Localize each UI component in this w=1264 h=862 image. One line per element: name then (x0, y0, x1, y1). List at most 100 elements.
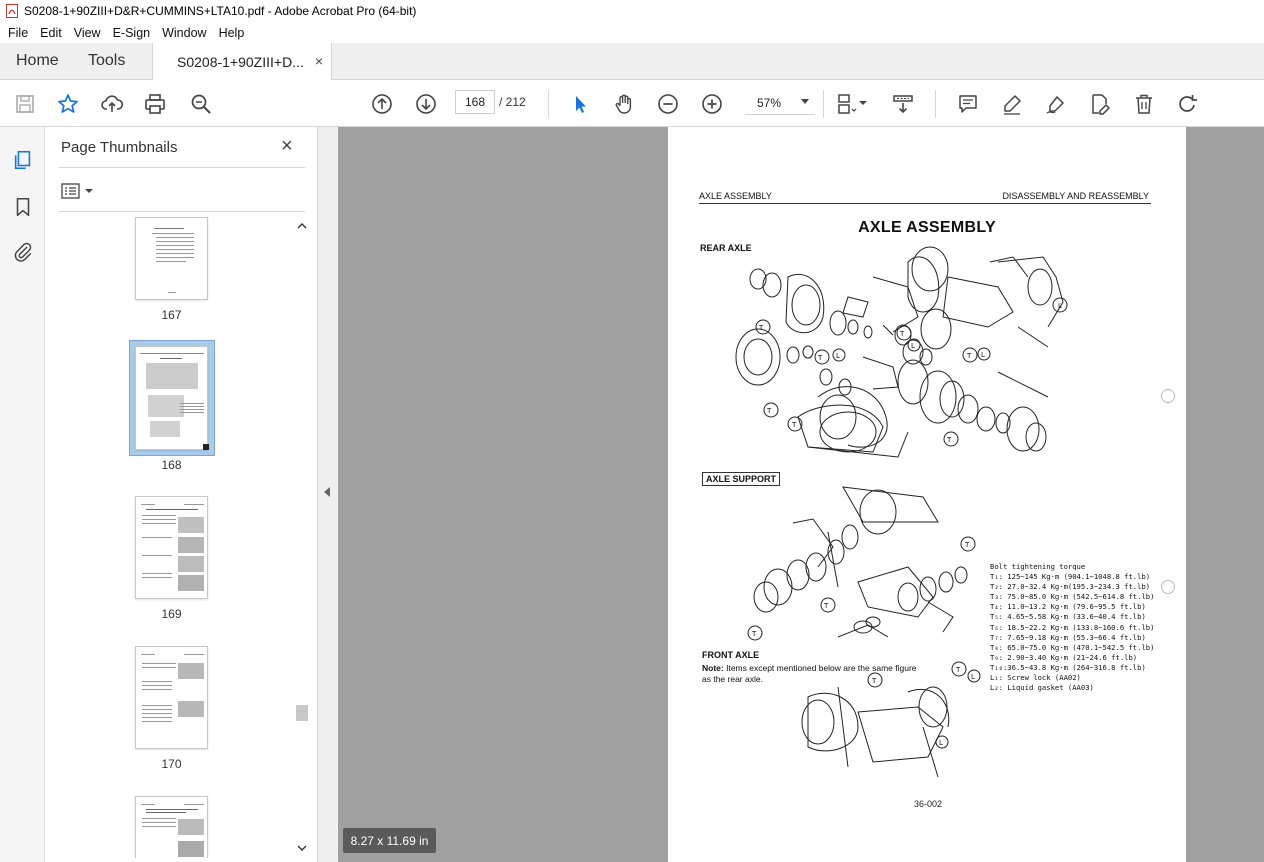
upload-icon[interactable] (99, 91, 125, 117)
note-text: Items except mentioned below are the sam… (702, 663, 917, 684)
chevron-down-icon[interactable] (858, 99, 868, 107)
select-arrow-icon[interactable] (567, 91, 593, 117)
menu-help[interactable]: Help (213, 26, 251, 40)
svg-text:T: T (955, 666, 961, 674)
menu-esign[interactable]: E-Sign (107, 26, 157, 40)
page-footer: 36-002 (914, 799, 943, 809)
thumbnail-page[interactable] (135, 217, 208, 300)
tab-home[interactable]: Home (0, 43, 70, 79)
zoom-dropdown[interactable]: 57% (745, 91, 815, 115)
svg-text:T: T (766, 407, 772, 415)
print-icon[interactable] (142, 91, 168, 117)
sign-icon[interactable] (1043, 91, 1069, 117)
note-label: Note: (702, 663, 724, 673)
thumbnail-page[interactable] (135, 796, 208, 858)
star-icon[interactable] (55, 91, 81, 117)
tab-document[interactable]: S0208-1+90ZIII+D... × (152, 43, 332, 81)
front-axle-label: FRONT AXLE (702, 650, 760, 660)
chevron-left-icon (324, 487, 330, 497)
svg-text:T: T (899, 330, 905, 338)
torque-line: T₁: 125∼145 Kg·m (904.1∼1048.8 ft.lb) (990, 572, 1151, 582)
panel-collapse-handle[interactable] (318, 127, 338, 862)
tab-bar: Home Tools S0208-1+90ZIII+D... × (0, 43, 1264, 81)
svg-text:L: L (836, 352, 840, 360)
torque-line: L₂: Liquid gasket (AA03) (990, 683, 1094, 693)
tab-close-icon[interactable]: × (315, 53, 323, 69)
toolbar-divider (548, 90, 549, 118)
page-note: Note: Items except mentioned below are t… (702, 663, 922, 685)
zoom-value: 57% (757, 96, 782, 110)
toolbar-divider (935, 90, 936, 118)
scrollbar-thumb[interactable] (296, 705, 308, 721)
pdf-page: AXLE ASSEMBLY DISASSEMBLY AND REASSEMBLY… (668, 127, 1186, 862)
toolbar (0, 80, 1264, 127)
thumbnail-scrollbar[interactable] (295, 217, 309, 857)
delete-icon[interactable] (1131, 91, 1157, 117)
svg-text:L: L (981, 351, 985, 359)
edit-icon[interactable] (1087, 91, 1113, 117)
page-size-tooltip: 8.27 x 11.69 in (343, 828, 436, 853)
divider (59, 211, 305, 212)
punch-hole (1161, 580, 1175, 594)
menu-bar: File Edit View E-Sign Window Help (0, 22, 1264, 43)
axle-support-label: AXLE SUPPORT (702, 472, 781, 486)
scroll-up-icon[interactable] (297, 223, 307, 229)
page-thumbnails-panel: Page Thumbnails × 167 168 169 170 (45, 127, 318, 862)
left-rail (0, 127, 45, 862)
svg-text:L: L (911, 342, 915, 350)
menu-view[interactable]: View (68, 26, 107, 40)
bookmark-icon[interactable] (10, 194, 36, 220)
toolbar-divider (823, 90, 824, 118)
torque-line: L₁: Screw lock (AA02) (990, 673, 1081, 683)
zoom-search-icon[interactable] (188, 91, 214, 117)
page-up-icon[interactable] (369, 91, 395, 117)
list-options-icon (61, 183, 80, 199)
zoom-out-icon[interactable] (655, 91, 681, 117)
svg-text:T: T (823, 602, 829, 610)
tab-document-label: S0208-1+90ZIII+D... (177, 54, 304, 70)
thumbnail-label: 168 (161, 458, 182, 472)
torque-line: T₄: 11.0∼13.2 Kg·m (79.6∼95.5 ft.lb) (990, 602, 1146, 612)
thumbnail-options-button[interactable] (61, 181, 95, 201)
page-down-icon[interactable] (413, 91, 439, 117)
menu-window[interactable]: Window (156, 26, 212, 40)
hand-icon[interactable] (611, 91, 637, 117)
page-number-input[interactable]: 168 (455, 90, 495, 114)
scroll-icon[interactable] (890, 91, 916, 117)
torque-line: T₅: 4.65∼5.58 Kg·m (33.6∼40.4 ft.lb) (990, 612, 1146, 622)
svg-text:L: L (939, 739, 943, 747)
thumbnail-page-selected[interactable] (135, 346, 209, 450)
torque-title: Bolt tightening torque (990, 562, 1086, 571)
torque-line: T₃: 75.0∼85.0 Kg·m (542.5∼614.8 ft.lb) (990, 592, 1155, 602)
tab-tools[interactable]: Tools (70, 43, 152, 79)
panel-title: Page Thumbnails (61, 139, 178, 156)
title-bar: S0208-1+90ZIII+D&R+CUMMINS+LTA10.pdf - A… (0, 0, 1264, 22)
redo-icon[interactable] (1175, 91, 1201, 117)
punch-hole (1161, 389, 1175, 403)
svg-text:L: L (1058, 302, 1062, 310)
thumbnail-list: 167 168 169 170 (45, 213, 295, 858)
thumbnail-page[interactable] (135, 646, 208, 749)
chevron-down-icon (85, 189, 93, 193)
svg-text:T: T (817, 354, 823, 362)
torque-line: T₈: 65.0∼75.0 Kg·m (470.1∼542.5 ft.lb) (990, 642, 1155, 652)
page-total: / 212 (499, 95, 526, 109)
pages-icon[interactable] (10, 147, 36, 173)
divider (59, 167, 305, 168)
svg-text:T: T (964, 541, 970, 549)
attachment-icon[interactable] (10, 239, 36, 265)
thumbnail-page[interactable] (135, 496, 208, 599)
close-icon[interactable]: × (281, 136, 293, 156)
zoom-in-icon[interactable] (699, 91, 725, 117)
menu-file[interactable]: File (2, 26, 34, 40)
document-view[interactable]: AXLE ASSEMBLY DISASSEMBLY AND REASSEMBLY… (338, 127, 1264, 862)
highlight-icon[interactable] (999, 91, 1025, 117)
scroll-down-icon[interactable] (297, 845, 307, 851)
menu-edit[interactable]: Edit (34, 26, 68, 40)
page-view-icon[interactable] (834, 91, 860, 117)
save-icon[interactable] (12, 91, 38, 117)
comment-icon[interactable] (955, 91, 981, 117)
svg-text:T: T (791, 421, 797, 429)
torque-line: T₉: 2.90∼3.40 Kg·m (21∼24.6 ft.lb) (990, 652, 1138, 662)
svg-text:L: L (971, 673, 975, 681)
